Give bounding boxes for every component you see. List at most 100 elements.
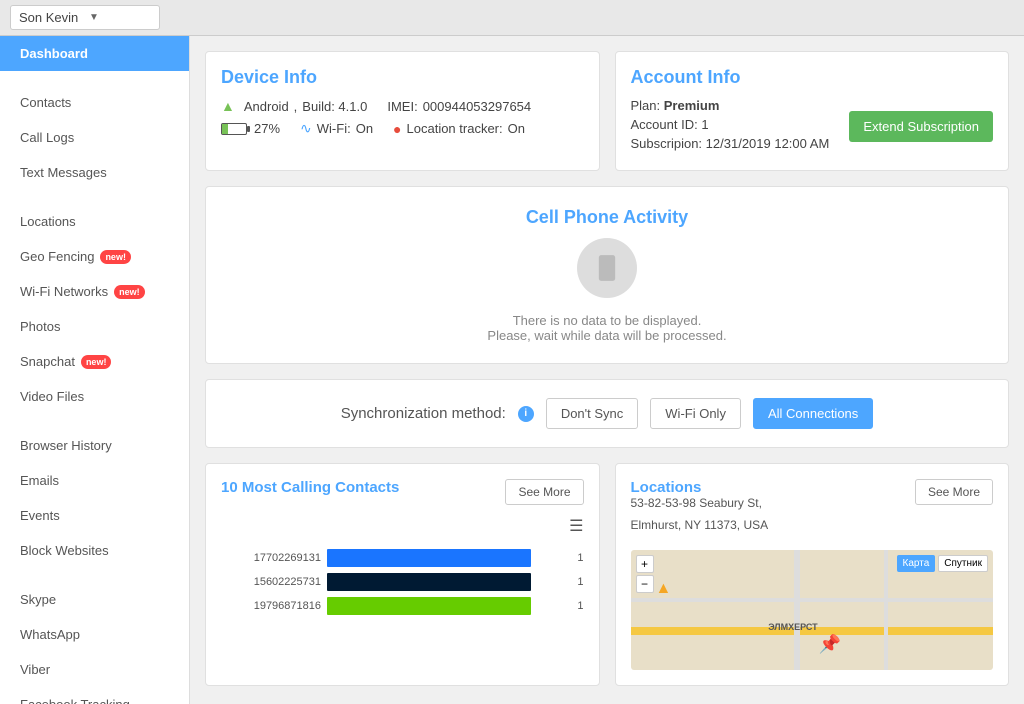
sidebar-item-geo-fencing[interactable]: Geo Fencing new! bbox=[0, 239, 189, 274]
plan-value: Premium bbox=[664, 98, 720, 113]
sidebar-item-call-logs[interactable]: Call Logs bbox=[0, 120, 189, 155]
map-placeholder: ЭЛМХЕРСТ Карта Спутник + − ▲ 📌 bbox=[631, 550, 994, 670]
main-layout: Dashboard Contacts Call Logs Text Messag… bbox=[0, 36, 1024, 704]
sidebar-item-label: Contacts bbox=[20, 95, 71, 110]
map-zoom-out-button[interactable]: − bbox=[636, 575, 654, 593]
map-zoom-in-button[interactable]: + bbox=[636, 555, 654, 573]
locations-card-title: Locations bbox=[631, 479, 702, 496]
sidebar-item-label: WhatsApp bbox=[20, 627, 80, 642]
subscription-value: 12/31/2019 12:00 AM bbox=[706, 136, 830, 151]
phone-icon bbox=[577, 238, 637, 298]
sidebar-item-label: Text Messages bbox=[20, 165, 107, 180]
map-zoom-controls: + − bbox=[636, 555, 654, 593]
bar-row: 19796871816 1 bbox=[221, 597, 584, 615]
map-carta-button[interactable]: Карта bbox=[897, 555, 936, 572]
bar-container bbox=[327, 549, 567, 567]
contacts-see-more-button[interactable]: See More bbox=[505, 479, 583, 505]
sidebar-item-skype[interactable]: Skype bbox=[0, 582, 189, 617]
new-badge: new! bbox=[81, 355, 112, 369]
device-info-row-1: ▲ Android, Build: 4.1.0 IMEI: 0009440532… bbox=[221, 98, 584, 114]
os-info: ▲ Android, Build: 4.1.0 bbox=[221, 98, 367, 114]
sidebar-item-label: Skype bbox=[20, 592, 56, 607]
sidebar-item-label: Browser History bbox=[20, 438, 112, 453]
bar-fill bbox=[327, 597, 531, 615]
imei-value: 000944053297654 bbox=[423, 99, 531, 114]
account-id-value: 1 bbox=[701, 117, 708, 132]
sidebar-item-label: Call Logs bbox=[20, 130, 74, 145]
map-road-vertical bbox=[794, 550, 800, 670]
account-info-card: Account Info Plan: Premium Account ID: 1… bbox=[615, 51, 1010, 171]
sync-info-icon[interactable]: i bbox=[518, 406, 534, 422]
sidebar-item-video-files[interactable]: Video Files bbox=[0, 379, 189, 414]
map-road-horizontal-2 bbox=[631, 598, 994, 602]
sidebar-item-photos[interactable]: Photos bbox=[0, 309, 189, 344]
device-selector[interactable]: Son Kevin ▼ bbox=[10, 5, 160, 30]
device-info-card: Device Info ▲ Android, Build: 4.1.0 IMEI… bbox=[205, 51, 600, 171]
map-sputnik-button[interactable]: Спутник bbox=[938, 555, 988, 572]
plan-label: Plan: bbox=[631, 98, 661, 113]
account-info-title: Account Info bbox=[631, 67, 994, 88]
battery-fill bbox=[222, 124, 228, 134]
wifi-info: ∿ Wi-Fi: On bbox=[300, 120, 373, 137]
sidebar-item-browser-history[interactable]: Browser History bbox=[0, 428, 189, 463]
battery-percent: 27% bbox=[254, 121, 280, 136]
locations-see-more-button[interactable]: See More bbox=[915, 479, 993, 505]
bar-chart: 17702269131 1 15602225731 1 19796871816 … bbox=[221, 544, 584, 626]
bar-row: 17702269131 1 bbox=[221, 549, 584, 567]
new-badge: new! bbox=[114, 285, 145, 299]
dropdown-arrow: ▼ bbox=[89, 12, 151, 23]
chart-menu-icon[interactable]: ☰ bbox=[221, 516, 584, 536]
sidebar-item-label: Emails bbox=[20, 473, 59, 488]
sidebar-item-label: Locations bbox=[20, 214, 76, 229]
sidebar-item-label: Snapchat bbox=[20, 354, 75, 369]
bar-fill bbox=[327, 573, 531, 591]
map-street-label: ЭЛМХЕРСТ bbox=[768, 622, 817, 632]
map-controls: Карта Спутник bbox=[897, 555, 988, 572]
sidebar-item-label: Wi-Fi Networks bbox=[20, 284, 108, 299]
sidebar-item-facebook-tracking[interactable]: Facebook Tracking bbox=[0, 687, 189, 704]
location-label: Location tracker: bbox=[407, 121, 503, 136]
sidebar-item-label: Photos bbox=[20, 319, 60, 334]
wifi-icon: ∿ bbox=[300, 120, 312, 137]
wifi-only-button[interactable]: Wi-Fi Only bbox=[650, 398, 741, 429]
sidebar-item-wifi-networks[interactable]: Wi-Fi Networks new! bbox=[0, 274, 189, 309]
device-info-row-2: 27% ∿ Wi-Fi: On ● Location tracker: On bbox=[221, 120, 584, 137]
build-label: Build: 4.1.0 bbox=[302, 99, 367, 114]
sidebar-item-label: Dashboard bbox=[20, 46, 88, 61]
bar-count: 1 bbox=[577, 576, 583, 588]
sidebar-item-locations[interactable]: Locations bbox=[0, 204, 189, 239]
cell-phone-activity-card: Cell Phone Activity There is no data to … bbox=[205, 186, 1009, 364]
all-connections-button[interactable]: All Connections bbox=[753, 398, 873, 429]
dont-sync-button[interactable]: Don't Sync bbox=[546, 398, 638, 429]
sidebar-item-label: Events bbox=[20, 508, 60, 523]
account-info-content: Plan: Premium Account ID: 1 Subscripion:… bbox=[631, 98, 830, 155]
person-marker-icon: ▲ bbox=[656, 580, 672, 598]
bar-row: 15602225731 1 bbox=[221, 573, 584, 591]
bar-container bbox=[327, 597, 567, 615]
sidebar-item-snapchat[interactable]: Snapchat new! bbox=[0, 344, 189, 379]
locations-header-left: Locations 53-82-53-98 Seabury St, Elmhur… bbox=[631, 479, 769, 540]
sidebar-item-events[interactable]: Events bbox=[0, 498, 189, 533]
sidebar-item-text-messages[interactable]: Text Messages bbox=[0, 155, 189, 190]
activity-title: Cell Phone Activity bbox=[226, 207, 988, 228]
sidebar-item-block-websites[interactable]: Block Websites bbox=[0, 533, 189, 568]
locations-card-header: Locations 53-82-53-98 Seabury St, Elmhur… bbox=[631, 479, 994, 540]
contacts-card-header: 10 Most Calling Contacts See More bbox=[221, 479, 584, 506]
sidebar-item-emails[interactable]: Emails bbox=[0, 463, 189, 498]
wait-text: Please, wait while data will be processe… bbox=[226, 328, 988, 343]
bar-count: 1 bbox=[577, 552, 583, 564]
sidebar-divider-3 bbox=[0, 414, 189, 428]
location-info: ● Location tracker: On bbox=[393, 121, 525, 137]
subscription-row: Subscripion: 12/31/2019 12:00 AM bbox=[631, 136, 830, 151]
extend-subscription-button[interactable]: Extend Subscription bbox=[849, 111, 993, 142]
address-line-2: Elmhurst, NY 11373, USA bbox=[631, 518, 769, 532]
sidebar-item-label: Video Files bbox=[20, 389, 84, 404]
android-icon: ▲ bbox=[221, 98, 235, 114]
sidebar-item-dashboard[interactable]: Dashboard bbox=[0, 36, 189, 71]
account-id-row: Account ID: 1 bbox=[631, 117, 830, 132]
sidebar-item-contacts[interactable]: Contacts bbox=[0, 85, 189, 120]
sidebar-item-whatsapp[interactable]: WhatsApp bbox=[0, 617, 189, 652]
sidebar-item-viber[interactable]: Viber bbox=[0, 652, 189, 687]
bar-label: 19796871816 bbox=[221, 600, 321, 612]
battery-info: 27% bbox=[221, 121, 280, 136]
